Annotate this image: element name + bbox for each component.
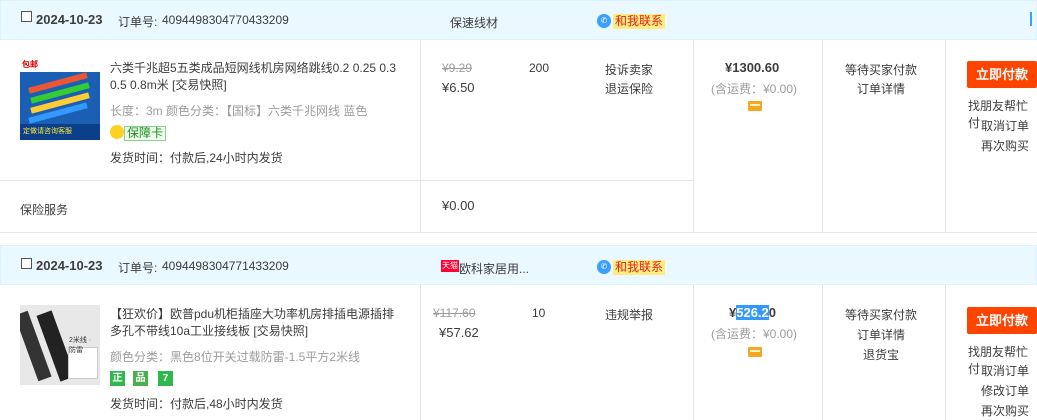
- return-insurance-link[interactable]: 退运保险: [605, 80, 653, 97]
- original-price: ¥117.60: [433, 306, 476, 320]
- freight-info: (含运费：¥0.00): [711, 327, 798, 341]
- pay-now-button[interactable]: 立即付款: [967, 307, 1037, 334]
- divider: [693, 40, 694, 232]
- seven-day-return-icon: 7: [158, 371, 173, 386]
- quantity: 10: [532, 306, 546, 320]
- order-number-label: 订单号:: [118, 261, 158, 275]
- complain-seller-link[interactable]: 投诉卖家: [605, 61, 653, 78]
- divider: [945, 285, 946, 420]
- freight-info: (含运费：¥0.00): [711, 82, 798, 96]
- payment-card-icon: [748, 347, 762, 357]
- order-detail-link[interactable]: 订单详情: [857, 326, 905, 343]
- total-selected-text[interactable]: 526.2: [736, 305, 769, 320]
- thumb-bottom-text: 定做请咨询客服: [23, 128, 72, 135]
- payment-card-icon: [748, 101, 762, 111]
- cancel-order-link[interactable]: 取消订单: [981, 117, 1029, 134]
- quality-badge-icon: 品: [133, 371, 148, 386]
- thumb-text: 2米线 · 防雷: [69, 337, 92, 354]
- flag-icon[interactable]: [1030, 12, 1032, 26]
- contact-seller-link[interactable]: 和我联系: [613, 260, 666, 275]
- divider: [420, 285, 421, 420]
- divider: [693, 285, 694, 420]
- order-number: 4094498304771433209: [162, 259, 289, 273]
- order-date: 2024-10-23: [36, 258, 103, 273]
- divider: [420, 40, 421, 232]
- report-violation-link[interactable]: 违规举报: [605, 306, 653, 323]
- contact-seller-link[interactable]: 和我联系: [613, 14, 666, 29]
- tmall-icon: 天猫: [441, 260, 459, 272]
- order-total: ¥1300.60: [725, 60, 780, 75]
- guarantee-card-badge[interactable]: 保障卡: [124, 126, 167, 141]
- order-total: ¥526.20: [729, 305, 776, 320]
- shop-name-link[interactable]: 欧科家居用...: [459, 260, 529, 277]
- product-title-link[interactable]: 六类千兆超5五类成品短网线机房网络跳线0.2 0.25 0.3 0.5 0.8m…: [110, 60, 405, 94]
- shop-name-link[interactable]: 保速线材: [450, 14, 498, 31]
- order-select-checkbox[interactable]: [21, 258, 32, 269]
- order-number: 4094498304770433209: [162, 13, 289, 27]
- buy-again-link[interactable]: 再次购买: [981, 402, 1029, 419]
- ship-time: 发货时间：付款后,48小时内发货: [110, 397, 283, 411]
- ship-time: 发货时间：付款后,24小时内发货: [110, 151, 283, 165]
- return-guarantee-link[interactable]: 退货宝: [863, 346, 899, 363]
- product-thumbnail[interactable]: 包邮 定做请咨询客服: [20, 58, 100, 140]
- quantity: 200: [529, 61, 550, 75]
- unit-price: ¥6.50: [442, 80, 475, 95]
- authentic-badge-icon: 正: [110, 371, 125, 386]
- product-spec: 长度：3m 颜色分类：【国标】六类千兆网线 蓝色: [110, 104, 368, 118]
- unit-price: ¥57.62: [439, 325, 479, 340]
- order-select-checkbox[interactable]: [21, 11, 32, 22]
- buy-again-link[interactable]: 再次购买: [981, 137, 1029, 154]
- thumb-top-text: 包邮: [22, 60, 38, 69]
- order-detail-link[interactable]: 订单详情: [857, 80, 905, 97]
- product-title-link[interactable]: 【狂欢价】欧普pdu机柜插座大功率机房排插电源插排多孔不带线10a工业接线板 […: [110, 306, 405, 340]
- original-price: ¥9.29: [442, 61, 473, 75]
- order-status: 等待买家付款: [845, 63, 918, 77]
- shield-icon: [110, 125, 124, 139]
- chat-icon[interactable]: ✆: [597, 14, 611, 28]
- product-spec: 颜色分类：黑色8位开关过载防雷-1.5平方2米线: [110, 350, 361, 364]
- insurance-service-label: 保险服务: [20, 203, 69, 217]
- modify-order-link[interactable]: 修改订单: [981, 382, 1029, 399]
- order-number-label: 订单号:: [118, 15, 158, 29]
- insurance-service-price: ¥0.00: [442, 198, 475, 213]
- divider: [822, 285, 823, 420]
- divider: [945, 40, 946, 232]
- pay-now-button[interactable]: 立即付款: [967, 61, 1037, 88]
- total-tail: 0: [768, 305, 777, 320]
- cancel-order-link[interactable]: 取消订单: [981, 362, 1029, 379]
- product-thumbnail[interactable]: 2米线 · 防雷: [20, 305, 100, 385]
- order-status: 等待买家付款: [845, 308, 918, 322]
- divider: [0, 232, 1037, 233]
- divider: [0, 180, 693, 181]
- divider: [822, 40, 823, 232]
- order-date: 2024-10-23: [36, 12, 103, 27]
- chat-icon[interactable]: ✆: [597, 260, 611, 274]
